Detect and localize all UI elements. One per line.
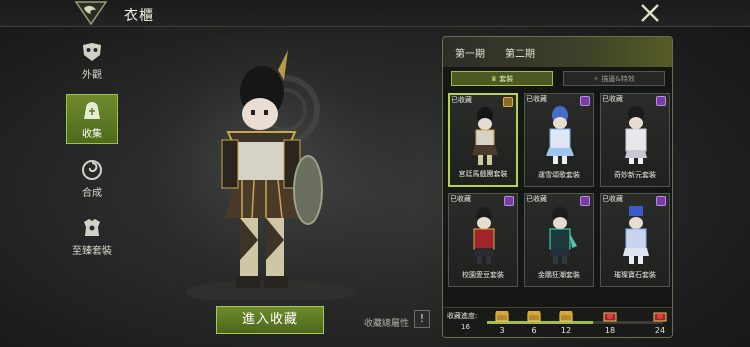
rarity-badge-icon — [580, 196, 590, 206]
sidebar-item-synthesis[interactable]: 合成 — [66, 158, 118, 208]
collected-tag: 已收藏 — [602, 95, 623, 103]
tab-label: 套裝 — [499, 75, 514, 83]
reward-chest-icon[interactable] — [559, 310, 573, 322]
tab-sets[interactable]: ♛ 套裝 — [451, 71, 553, 86]
close-icon[interactable] — [638, 2, 662, 24]
outfit-figure-icon — [473, 207, 495, 264]
outfit-name: 金鵰狂潮套裝 — [538, 271, 580, 279]
reward-chest-icon[interactable] — [495, 310, 509, 322]
milestone-value: 6 — [531, 326, 537, 335]
milestone-value: 18 — [604, 326, 616, 335]
mask-icon — [83, 43, 101, 61]
top-bar: 衣櫃 — [0, 0, 750, 27]
sidebar-item-label: 合成 — [82, 188, 102, 199]
reward-gem-chest-icon[interactable] — [603, 310, 617, 322]
collection-progress: 收藏進度: 16 3 6 12 18 24 — [443, 307, 672, 337]
milestone-value: 12 — [560, 326, 572, 335]
collection-panel: 第一期 第二期 ♛ 套裝 ✧ 描邊&特效 已收藏 宮廷馬戲團套裝 已收藏 運雪頌… — [442, 36, 673, 338]
outfit-icon: ♛ — [490, 75, 500, 83]
outfit-card[interactable]: 已收藏 奇妙新元套裝 — [600, 93, 670, 187]
tab-season-1[interactable]: 第一期 — [455, 45, 485, 60]
outfit-name: 校園愛豆套裝 — [462, 271, 504, 279]
reward-gem-chest-icon[interactable] — [653, 310, 667, 322]
milestone-value: 24 — [654, 326, 666, 335]
sidebar: 外觀 收集 合成 至臻套裝 — [66, 36, 118, 266]
sidebar-item-appearance[interactable]: 外觀 — [66, 40, 118, 90]
progress-track — [487, 321, 663, 324]
reward-chest-icon[interactable] — [527, 310, 541, 322]
outfit-card[interactable]: 已收藏 金鵰狂潮套裝 — [524, 193, 594, 287]
rarity-badge-icon — [656, 196, 666, 206]
rarity-badge-icon — [656, 96, 666, 106]
progress-value: 16 — [461, 323, 470, 331]
tab-label: 描邊&特效 — [601, 75, 635, 83]
season-tabs: 第一期 第二期 — [443, 37, 672, 67]
collected-tag: 已收藏 — [451, 96, 472, 104]
outfit-card[interactable]: 已收藏 宮廷馬戲團套裝 — [448, 93, 518, 187]
character-preview[interactable] — [130, 30, 430, 300]
outfit-name: 璀璨寶石套裝 — [614, 271, 656, 279]
outfit-figure-icon — [472, 107, 498, 165]
outfit-figure-icon — [549, 207, 577, 264]
sidebar-item-label: 收集 — [82, 129, 102, 140]
category-tabs: ♛ 套裝 ✧ 描邊&特效 — [451, 71, 666, 87]
rarity-badge-icon — [503, 97, 513, 107]
outfit-card[interactable]: 已收藏 運雪頌歌套裝 — [524, 93, 594, 187]
collection-attributes-label: 收藏總屬性 — [364, 319, 410, 329]
rarity-badge-icon — [580, 96, 590, 106]
outfit-figure-icon — [546, 106, 574, 164]
enter-collection-button[interactable]: 進入收藏 — [216, 306, 324, 334]
outfit-figure-icon — [625, 106, 647, 164]
sidebar-item-label: 外觀 — [82, 70, 102, 81]
outfit-card[interactable]: 已收藏 璀璨寶石套裝 — [600, 193, 670, 287]
outfit-figure-icon — [623, 206, 649, 264]
tab-season-2[interactable]: 第二期 — [505, 45, 535, 60]
collected-tag: 已收藏 — [450, 195, 471, 203]
sidebar-item-ultimate-sets[interactable]: 至臻套裝 — [66, 216, 118, 266]
outfit-name: 宮廷馬戲團套裝 — [458, 170, 508, 178]
tab-outline-effects[interactable]: ✧ 描邊&特效 — [563, 71, 665, 86]
dragon-emblem-icon — [74, 1, 108, 26]
progress-label: 收藏進度: — [447, 312, 478, 320]
outfit-card[interactable]: 已收藏 校園愛豆套裝 — [448, 193, 518, 287]
collected-tag: 已收藏 — [526, 95, 547, 103]
milestone-value: 3 — [499, 326, 505, 335]
collection-attributes-info-button[interactable]: ! — [414, 310, 430, 328]
collected-tag: 已收藏 — [526, 195, 547, 203]
page-title: 衣櫃 — [124, 8, 154, 24]
sidebar-item-collection[interactable]: 收集 — [66, 94, 118, 144]
swirl-icon — [82, 160, 102, 180]
sidebar-item-label: 至臻套裝 — [72, 246, 112, 257]
collection-bag-icon — [84, 102, 100, 119]
outfit-name: 運雪頌歌套裝 — [538, 171, 580, 179]
rarity-badge-icon — [504, 196, 514, 206]
outfit-name: 奇妙新元套裝 — [614, 171, 656, 179]
armor-icon — [84, 219, 100, 236]
collected-tag: 已收藏 — [602, 195, 623, 203]
